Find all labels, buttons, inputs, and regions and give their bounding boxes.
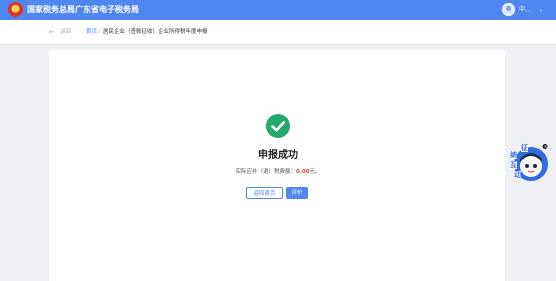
result-title: 申报成功 [258,150,298,161]
evaluate-button[interactable]: 评价 [286,187,308,199]
result-card [49,50,505,281]
assistant-widget[interactable]: × 征 纳 互 动 [504,144,550,184]
assistant-char-1: 征 [521,144,528,152]
tax-emblem-icon [8,2,23,17]
assistant-char-2: 纳 [510,151,517,159]
user-name[interactable]: 中... [519,5,531,15]
return-home-button[interactable]: 返回首页 [246,187,283,199]
breadcrumb-home-link[interactable]: 首页 [86,28,97,37]
breadcrumb-separator: / [98,29,100,35]
back-link[interactable]: 返回 [60,28,71,37]
svg-text:×: × [544,144,547,149]
site-title[interactable]: 国家税务总局广东省电子税务局 [27,4,139,16]
chevron-down-icon[interactable]: ⌄ [539,6,543,14]
back-arrow-icon[interactable]: ← [49,27,55,37]
assistant-char-4: 动 [514,171,521,179]
result-amount-prefix: 实际应补（退）税费额： [235,169,296,175]
result-amount-unit: 元。 [309,169,321,175]
assistant-char-3: 互 [510,161,517,169]
breadcrumb: ← 返回 首页 / 居民企业（查账征收）企业所得税年度申报 [0,20,556,45]
result-amount-value: 0.00 [295,169,310,175]
breadcrumb-current: 居民企业（查账征收）企业所得税年度申报 [103,29,208,35]
result-amount-line: 实际应补（退）税费额：0.00元。 [0,168,556,177]
user-avatar-icon[interactable] [502,3,515,16]
success-check-icon [266,114,290,138]
top-bar: 国家税务总局广东省电子税务局 中... ⌄ [0,0,556,20]
